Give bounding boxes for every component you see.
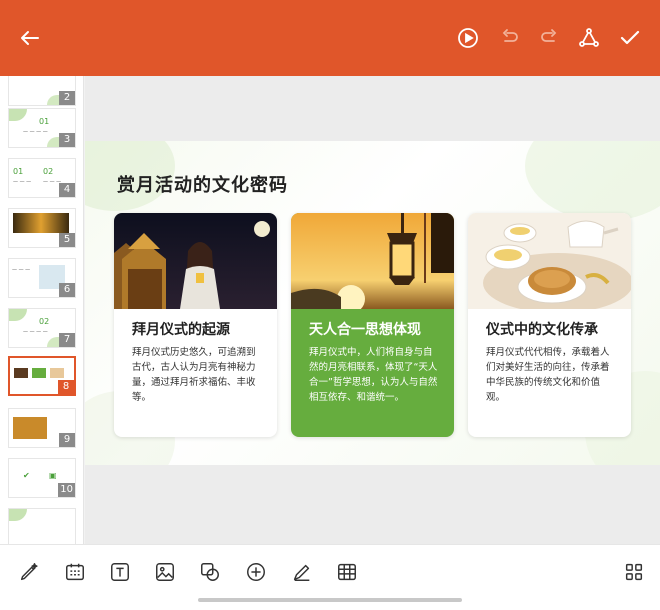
card-title: 仪式中的文化传承 — [486, 322, 598, 338]
shapes-icon[interactable] — [195, 557, 225, 587]
slide-thumbnail[interactable]: 9 — [8, 408, 76, 448]
pencil-icon[interactable] — [287, 557, 317, 587]
slide-thumbnail-active[interactable]: 8 — [8, 356, 76, 396]
card-text: 拜月仪式中，人们将自身与自然的月亮相联系，体现了“天人合一”哲学思想，认为人与自… — [309, 347, 438, 403]
pen-sparkle-icon[interactable] — [14, 557, 44, 587]
card-text: 拜月仪式代代相传，承载着人们对美好生活的向往，传承着中华民族的传统文化和价值观。 — [486, 347, 610, 403]
slide-number: 10 — [58, 483, 75, 497]
card-title: 拜月仪式的起源 — [132, 322, 230, 338]
slide-number: 9 — [59, 433, 75, 447]
add-circle-icon[interactable] — [241, 557, 271, 587]
slide-thumbnail[interactable] — [8, 508, 76, 544]
redo-icon[interactable] — [533, 22, 565, 54]
slide-thumbnail[interactable]: 01 — — — — 3 — [8, 108, 76, 148]
slide-thumbnail[interactable]: 2 — [8, 76, 76, 106]
play-icon[interactable] — [452, 22, 484, 54]
card-text: 拜月仪式历史悠久，可追溯到古代，古人认为月亮有神秘力量，通过拜月祈求福佑、丰收等… — [132, 347, 256, 403]
slide-number: 8 — [58, 380, 74, 394]
lantern-photo — [291, 213, 454, 309]
slide-title[interactable]: 赏月活动的文化密码 — [117, 171, 288, 197]
slide-number: 5 — [59, 233, 75, 247]
slide-thumbnail-panel: 2 01 — — — — 3 01 02 — — — — — — 4 5 — —… — [0, 76, 84, 544]
table-icon[interactable] — [332, 557, 362, 587]
slide-number: 2 — [59, 91, 75, 105]
slide-thumbnail[interactable]: 01 02 — — — — — — 4 — [8, 158, 76, 198]
text-box-icon[interactable] — [105, 557, 135, 587]
content-card[interactable]: 天人合一思想体现 拜月仪式中，人们将自身与自然的月亮相联系，体现了“天人合一”哲… — [291, 213, 454, 437]
mooncake-tea-photo — [468, 213, 631, 309]
back-arrow-icon[interactable] — [14, 22, 46, 54]
slide-thumbnail[interactable]: 02 — — — — 7 — [8, 308, 76, 348]
top-toolbar — [0, 0, 660, 76]
slide-number: 7 — [59, 333, 75, 347]
slide-thumbnail[interactable]: — — — 6 — [8, 258, 76, 298]
content-card[interactable]: 拜月仪式的起源 拜月仪式历史悠久，可追溯到古代，古人认为月亮有神秘力量，通过拜月… — [114, 213, 277, 437]
slide-layout-icon[interactable] — [60, 557, 90, 587]
card-title: 天人合一思想体现 — [309, 322, 421, 338]
image-icon[interactable] — [150, 557, 180, 587]
moon-worship-photo — [114, 213, 277, 309]
slide-thumbnail[interactable]: 5 — [8, 208, 76, 248]
slide-thumbnail[interactable]: ✔ ▣ 10 — [8, 458, 76, 498]
check-icon[interactable] — [614, 22, 646, 54]
share-icon[interactable] — [573, 22, 605, 54]
grid-view-icon[interactable] — [619, 557, 649, 587]
slide-number: 3 — [59, 133, 75, 147]
content-card[interactable]: 仪式中的文化传承 拜月仪式代代相传，承载着人们对美好生活的向往，传承着中华民族的… — [468, 213, 631, 437]
home-indicator[interactable] — [198, 598, 462, 602]
slide-number: 4 — [59, 183, 75, 197]
slide-number: 6 — [59, 283, 75, 297]
undo-icon[interactable] — [494, 22, 526, 54]
slide-preview[interactable]: 赏月活动的文化密码 拜月仪式的起源 拜月仪式历史悠久，可追溯到古代，古人认为月亮… — [85, 141, 660, 465]
